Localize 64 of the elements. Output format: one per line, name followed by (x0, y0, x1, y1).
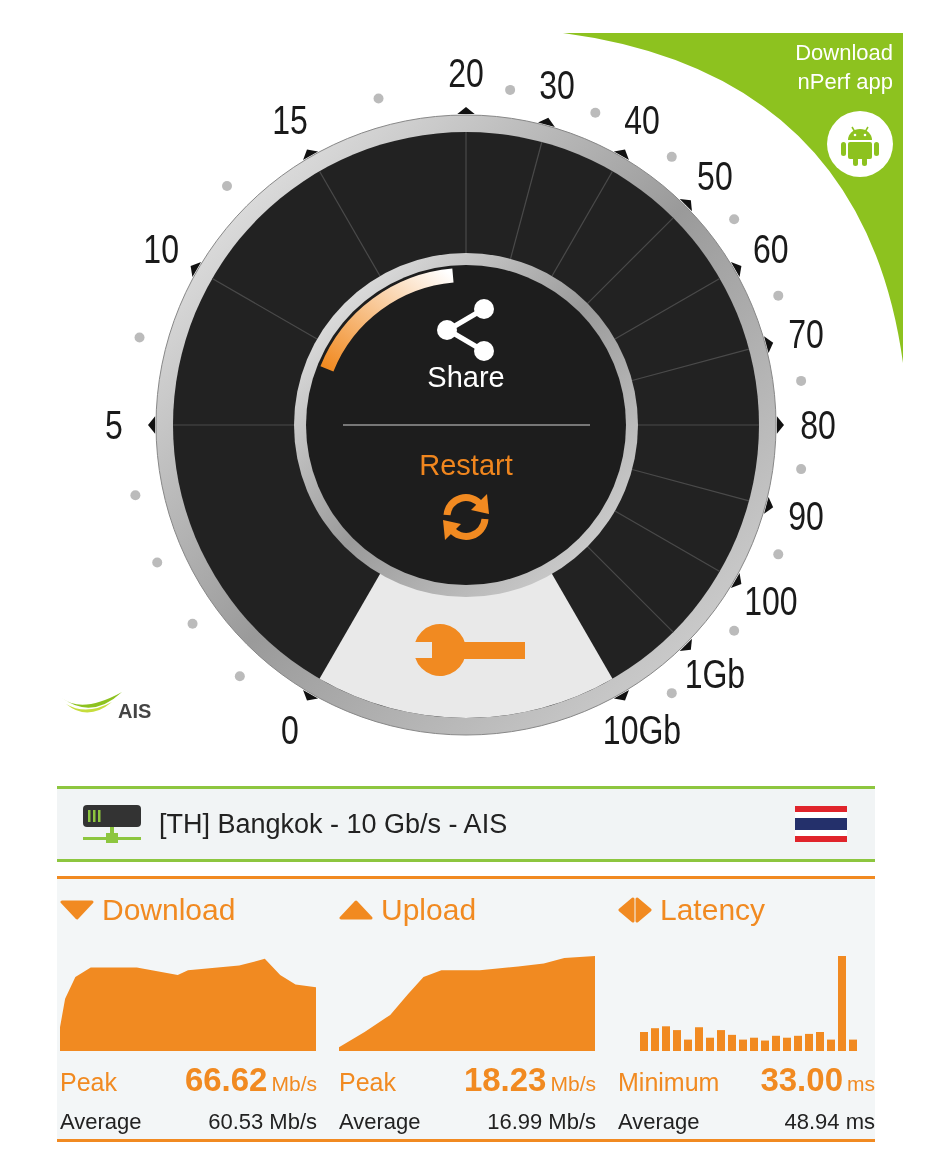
thailand-flag-icon (795, 806, 847, 842)
stat-unit: ms (847, 1072, 875, 1095)
scale-label: 20 (448, 50, 484, 96)
isp-name: AIS (118, 699, 152, 724)
latency-bar (739, 1039, 747, 1051)
scale-label: 10Gb (602, 707, 682, 753)
latency-bar (750, 1037, 758, 1051)
latency-bar (827, 1039, 835, 1051)
latency-bar (849, 1039, 857, 1051)
latency-bar (728, 1034, 736, 1051)
server-name: [TH] Bangkok - 10 Gb/s - AIS (159, 807, 509, 841)
scale-label: 80 (800, 402, 836, 448)
scale-label: 10 (143, 226, 179, 272)
latency-bar (717, 1030, 725, 1051)
latency-bar (706, 1037, 714, 1051)
stat-label: Minimum (618, 1067, 720, 1098)
latency-bar (816, 1032, 824, 1051)
scale-label: 15 (272, 97, 308, 143)
scale-label: 90 (788, 493, 824, 539)
latency-bar (651, 1028, 659, 1051)
stat-value: 18.23 (463, 1061, 547, 1098)
server-icon (81, 803, 143, 845)
latency-bar (684, 1039, 692, 1051)
stat-label: Average (339, 1107, 421, 1136)
stat-unit: Mb/s (271, 1072, 317, 1095)
stat-unit: Mb/s (550, 1072, 596, 1095)
scale-label: 1Gb (684, 651, 746, 697)
result-title: Latency (660, 892, 766, 928)
latency-bar (695, 1027, 703, 1051)
result-title: Upload (381, 892, 477, 928)
left-right-triangles-icon (618, 896, 652, 923)
share-button[interactable]: Share (391, 298, 541, 394)
stat-value: 66.62 (184, 1061, 268, 1098)
scale-label: 60 (753, 226, 789, 272)
latency-bar (640, 1032, 648, 1051)
scale-label: 100 (744, 578, 798, 624)
up-triangle-icon (339, 899, 373, 920)
stat-value: 16.99 Mb/s (487, 1107, 596, 1136)
stat-label: Average (618, 1107, 700, 1136)
latency-bar (805, 1033, 813, 1051)
wrench-icon[interactable] (415, 624, 525, 676)
scale-label: 50 (697, 153, 733, 199)
scale-label: 0 (281, 707, 299, 753)
stat-value: 33.00 (760, 1061, 843, 1098)
stat-label: Peak (339, 1067, 396, 1098)
scale-label: 70 (788, 311, 824, 357)
stat-label: Average (60, 1107, 142, 1136)
latency-bar (673, 1030, 681, 1051)
scale-label: 30 (539, 62, 575, 108)
latency-bar (662, 1026, 670, 1051)
latency-bar (783, 1037, 791, 1051)
result-title: Download (102, 892, 236, 928)
scale-label: 5 (105, 402, 123, 448)
latency-bar (794, 1035, 802, 1051)
latency-bar (772, 1035, 780, 1051)
stat-value: 60.53 Mb/s (208, 1107, 317, 1136)
restart-button[interactable]: Restart (391, 450, 541, 546)
share-icon (435, 298, 497, 362)
scale-label: 40 (624, 97, 660, 143)
down-triangle-icon (60, 899, 94, 920)
stat-value: 48.94 ms (784, 1107, 875, 1136)
stat-label: Peak (60, 1067, 117, 1098)
android-icon[interactable] (827, 111, 893, 177)
latency-bar (761, 1040, 769, 1051)
